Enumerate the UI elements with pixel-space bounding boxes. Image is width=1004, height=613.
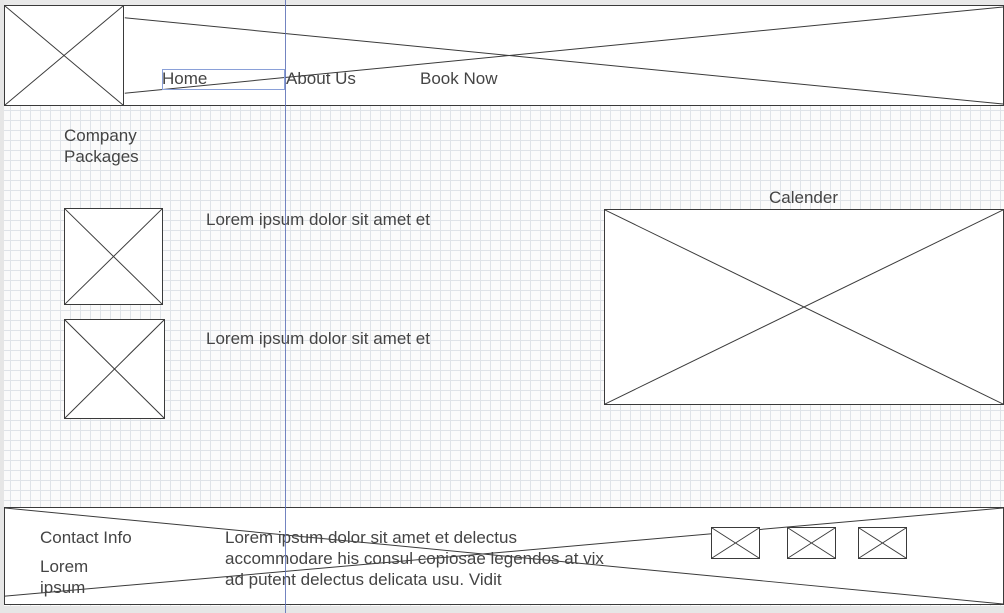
logo-image[interactable] xyxy=(4,5,124,106)
contact-subtext: Lorem ipsum xyxy=(40,557,89,597)
package-1-image[interactable] xyxy=(64,208,163,305)
logo-placeholder-icon xyxy=(5,6,123,105)
package-2-image[interactable] xyxy=(64,319,165,419)
vertical-guide-line xyxy=(285,0,286,613)
social-3-image[interactable] xyxy=(858,527,907,559)
social-3-placeholder-icon xyxy=(859,528,906,558)
nav-book-link[interactable]: Book Now xyxy=(420,69,497,89)
calendar-widget[interactable] xyxy=(604,209,1004,405)
contact-title: Contact Info xyxy=(40,528,132,547)
package-1-placeholder-icon xyxy=(65,209,162,304)
package-2-placeholder-icon xyxy=(65,320,164,418)
package-1-text: Lorem ipsum dolor sit amet et xyxy=(206,210,430,229)
nav-about-link[interactable]: About Us xyxy=(286,69,356,89)
header-banner-placeholder-icon xyxy=(124,6,1003,105)
social-1-placeholder-icon xyxy=(712,528,759,558)
social-2-image[interactable] xyxy=(787,527,836,559)
calendar-label: Calender xyxy=(769,188,838,207)
header-banner xyxy=(4,5,1004,106)
calendar-placeholder-icon xyxy=(605,210,1003,404)
package-2-text: Lorem ipsum dolor sit amet et xyxy=(206,329,430,348)
nav-home-link[interactable]: Home xyxy=(162,69,207,89)
canvas-bottom-edge xyxy=(0,606,1004,613)
section-title: Company Packages xyxy=(64,126,139,166)
social-1-image[interactable] xyxy=(711,527,760,559)
social-2-placeholder-icon xyxy=(788,528,835,558)
